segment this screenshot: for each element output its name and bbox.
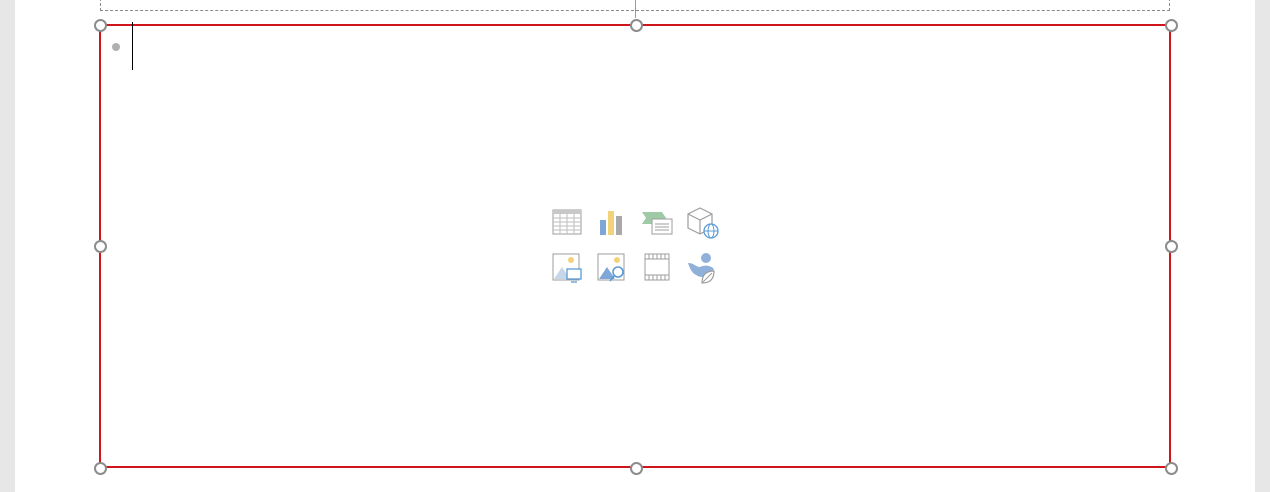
resize-handle-top-right[interactable] bbox=[1165, 19, 1178, 32]
resize-handle-bottom-center[interactable] bbox=[630, 462, 643, 475]
insert-icon-icon[interactable] bbox=[686, 251, 720, 285]
insert-table-icon[interactable] bbox=[550, 206, 584, 240]
resize-handle-bottom-left[interactable] bbox=[94, 462, 107, 475]
rotation-connector bbox=[635, 0, 636, 18]
insert-chart-icon[interactable] bbox=[595, 206, 629, 240]
insert-stock-image-icon[interactable] bbox=[550, 251, 584, 285]
insert-smartart-icon[interactable] bbox=[640, 206, 674, 240]
resize-handle-middle-left[interactable] bbox=[94, 240, 107, 253]
insert-3d-model-icon[interactable] bbox=[686, 206, 720, 240]
resize-handle-top-left[interactable] bbox=[94, 19, 107, 32]
insert-picture-icon[interactable] bbox=[595, 251, 629, 285]
resize-handle-middle-right[interactable] bbox=[1165, 240, 1178, 253]
bullet-point bbox=[112, 43, 120, 51]
text-cursor bbox=[132, 22, 133, 70]
insert-video-icon[interactable] bbox=[640, 251, 674, 285]
resize-handle-top-center[interactable] bbox=[630, 19, 643, 32]
content-insert-icons bbox=[550, 206, 722, 288]
resize-handle-bottom-right[interactable] bbox=[1165, 462, 1178, 475]
